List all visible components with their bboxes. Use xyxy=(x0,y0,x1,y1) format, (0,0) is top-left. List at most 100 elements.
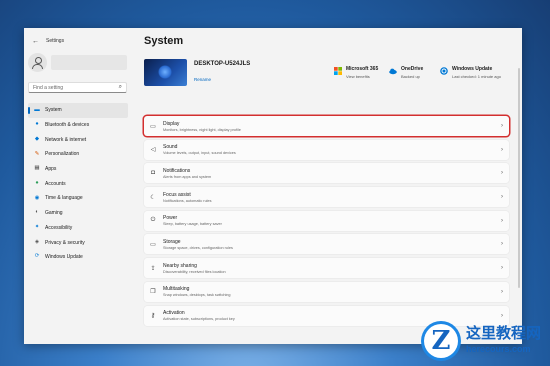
globe-clock-icon: ◉ xyxy=(34,194,40,201)
sidebar-item-label: Personalization xyxy=(45,151,80,158)
chevron-right-icon: › xyxy=(501,123,503,129)
chevron-right-icon: › xyxy=(501,288,503,295)
sidebar-item-label: Network & internet xyxy=(45,136,87,143)
card-subtitle: Storage space, drives, configuration rul… xyxy=(163,245,233,250)
sidebar-item-label: Accessibility xyxy=(45,224,73,231)
settings-card-sound[interactable]: ◁ Sound Volume levels, output, input, so… xyxy=(144,139,509,160)
settings-card-power[interactable]: ⏻ Power Sleep, battery usage, battery sa… xyxy=(144,210,509,231)
sidebar-item-label: Accounts xyxy=(45,180,66,187)
settings-card-storage[interactable]: ▭ Storage Storage space, drives, configu… xyxy=(144,234,509,255)
sidebar-item-personalization[interactable]: ✎ Personalization xyxy=(28,147,128,162)
card-subtitle: Monitors, brightness, night light, displ… xyxy=(163,127,241,132)
title-bar: ← Settings xyxy=(32,36,64,46)
card-title: Activation xyxy=(163,310,185,316)
monitor-icon: ▬ xyxy=(34,106,40,113)
multitask-icon: ❐ xyxy=(150,289,156,296)
sidebar-item-accounts[interactable]: ● Accounts xyxy=(28,176,128,191)
settings-card-nearby-sharing[interactable]: ⇪ Nearby sharing Discoverability, receiv… xyxy=(144,258,509,279)
status-title: Microsoft 365 xyxy=(346,66,379,72)
settings-card-notifications[interactable]: ◘ Notifications Alerts from apps and sys… xyxy=(144,163,509,184)
desktop-thumbnail xyxy=(144,59,187,86)
card-title: Storage xyxy=(163,238,181,245)
search-input[interactable]: Find a setting xyxy=(33,85,63,91)
profile-name-blurred xyxy=(51,55,127,70)
card-title: Power xyxy=(163,215,178,222)
device-name: DESKTOP-U524JLS xyxy=(194,61,251,67)
watermark-url: herecours.com xyxy=(466,344,531,354)
sidebar-item-apps[interactable]: ▦ Apps xyxy=(28,162,128,177)
search-box[interactable]: Find a setting ⌕ xyxy=(28,82,127,93)
settings-card-display[interactable]: ▭ Display Monitors, brightness, night li… xyxy=(144,116,509,136)
card-title: Display xyxy=(163,120,180,127)
chevron-right-icon: › xyxy=(501,194,503,201)
card-subtitle: Discoverability, received files location xyxy=(163,269,226,274)
scrollbar[interactable] xyxy=(518,68,520,288)
cloud-icon xyxy=(389,68,397,75)
moon-icon: ☾ xyxy=(150,194,156,201)
sidebar-item-label: Privacy & security xyxy=(45,239,85,246)
app-title: Settings xyxy=(46,38,65,44)
chevron-right-icon: › xyxy=(501,170,503,177)
sidebar-item-bluetooth[interactable]: ● Bluetooth & devices xyxy=(28,118,128,133)
key-icon: ⚷ xyxy=(150,313,156,319)
back-arrow-icon[interactable]: ← xyxy=(32,38,39,45)
settings-card-focus-assist[interactable]: ☾ Focus assist Notifications, automatic … xyxy=(144,187,509,208)
status-subtitle: Backed up xyxy=(401,74,420,79)
rename-link[interactable]: Rename xyxy=(194,77,250,82)
card-subtitle: Alerts from apps and system xyxy=(163,174,212,179)
card-subtitle: Volume levels, output, input, sound devi… xyxy=(163,151,236,156)
sidebar-nav: ▬ System ● Bluetooth & devices ◆ Network… xyxy=(28,103,128,265)
chevron-right-icon: › xyxy=(501,217,503,224)
status-title: OneDrive xyxy=(401,66,424,72)
watermark-logo-icon: Z xyxy=(424,324,458,358)
search-icon: ⌕ xyxy=(118,84,122,90)
brush-icon: ✎ xyxy=(34,150,40,157)
card-title: Sound xyxy=(163,144,178,151)
network-icon: ◆ xyxy=(34,135,40,142)
sidebar-item-time-language[interactable]: ◉ Time & language xyxy=(28,191,128,206)
card-title: Multitasking xyxy=(163,286,190,293)
sidebar-item-label: Gaming xyxy=(45,210,63,217)
sidebar-item-gaming[interactable]: ◐ Gaming xyxy=(28,206,128,221)
card-subtitle: Snap windows, desktops, task switching xyxy=(163,293,231,298)
sidebar-item-network[interactable]: ◆ Network & internet xyxy=(28,132,128,147)
settings-card-multitasking[interactable]: ❐ Multitasking Snap windows, desktops, t… xyxy=(144,281,509,302)
bluetooth-icon: ● xyxy=(35,121,39,128)
status-windows-update[interactable]: Windows Update Last checked: 1 minute ag… xyxy=(440,66,501,79)
gamepad-icon: ◐ xyxy=(35,209,39,216)
update-icon xyxy=(440,67,448,75)
sidebar-item-privacy[interactable]: ◈ Privacy & security xyxy=(28,235,128,250)
chevron-right-icon: › xyxy=(501,265,503,272)
person-icon: ● xyxy=(35,180,39,187)
settings-window: ← Settings Find a setting ⌕ ▬ System ● B… xyxy=(24,28,522,344)
sidebar-item-label: Apps xyxy=(45,166,57,173)
sidebar-item-windows-update[interactable]: ⟳ Windows Update xyxy=(28,250,128,265)
share-icon: ⇪ xyxy=(150,265,156,272)
card-subtitle: Activation state, subscriptions, product… xyxy=(163,317,235,321)
watermark-text: 这里教程网 xyxy=(466,324,542,342)
status-subtitle: View benefits xyxy=(346,74,370,79)
storage-icon: ▭ xyxy=(150,241,156,248)
card-title: Focus assist xyxy=(163,191,191,198)
sidebar-item-label: System xyxy=(45,107,62,114)
sidebar-item-system[interactable]: ▬ System xyxy=(28,103,128,118)
user-profile[interactable] xyxy=(28,53,127,72)
status-onedrive[interactable]: OneDrive Backed up xyxy=(389,66,423,79)
status-microsoft-365[interactable]: Microsoft 365 View benefits xyxy=(334,66,378,79)
sidebar-item-label: Windows Update xyxy=(45,254,83,261)
chevron-right-icon: › xyxy=(501,146,503,153)
sidebar-item-label: Time & language xyxy=(45,195,83,202)
settings-list: ▭ Display Monitors, brightness, night li… xyxy=(144,116,509,329)
sidebar-item-label: Bluetooth & devices xyxy=(45,122,90,129)
bell-icon: ◘ xyxy=(151,170,155,177)
page-title: System xyxy=(144,35,184,47)
main-content: System DESKTOP-U524JLS Rename Microsoft … xyxy=(144,28,522,344)
card-title: Nearby sharing xyxy=(163,262,197,269)
sidebar: ← Settings Find a setting ⌕ ▬ System ● B… xyxy=(24,28,136,344)
accessibility-icon: ✦ xyxy=(34,224,40,231)
sidebar-item-accessibility[interactable]: ✦ Accessibility xyxy=(28,221,128,236)
status-title: Windows Update xyxy=(452,66,493,72)
watermark: Z 这里教程网 herecours.com xyxy=(416,316,550,366)
avatar xyxy=(28,53,47,72)
chevron-right-icon: › xyxy=(501,241,503,248)
